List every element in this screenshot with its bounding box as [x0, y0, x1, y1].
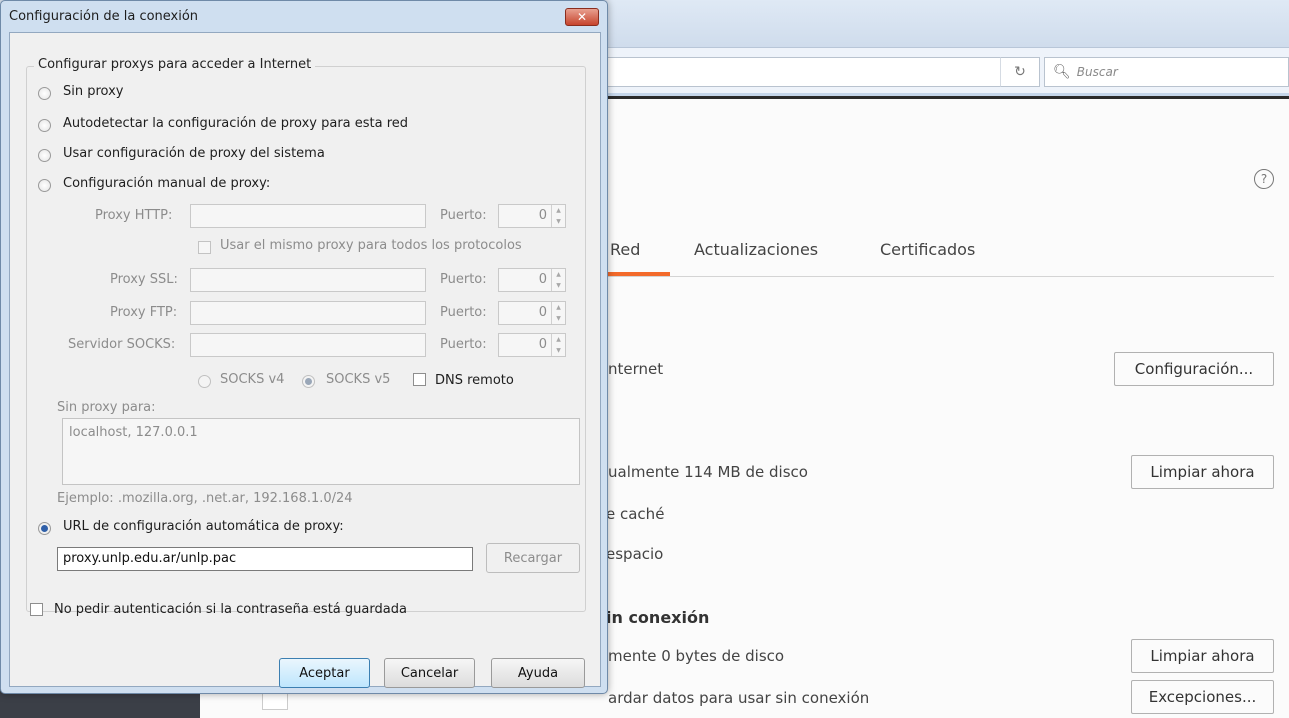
dialog-body: Configurar proxys para acceder a Interne… — [9, 32, 601, 688]
cache-space-text: espacio — [606, 545, 664, 563]
dns-remote-checkbox[interactable] — [413, 373, 426, 386]
ssl-port-label: Puerto: — [440, 272, 487, 287]
ftp-port-value: 0 — [538, 305, 547, 320]
no-proxy-radio[interactable] — [38, 87, 51, 100]
configure-connection-button[interactable]: Configuración... — [1114, 352, 1274, 386]
ftp-port-label: Puerto: — [440, 305, 487, 320]
tab-red[interactable]: Red — [610, 240, 640, 259]
http-port-label: Puerto: — [440, 208, 487, 223]
no-auth-prompt-checkbox[interactable] — [30, 603, 43, 616]
connection-settings-dialog: Configuración de la conexión ✕ Configura… — [0, 0, 608, 694]
reload-icon[interactable]: ↻ — [1000, 57, 1040, 87]
search-icon: 🔍︎ — [1053, 64, 1071, 80]
system-proxy-radio[interactable] — [38, 149, 51, 162]
connection-description: nternet — [608, 360, 664, 378]
search-box[interactable]: 🔍︎ Buscar — [1044, 57, 1289, 87]
clear-cache-button[interactable]: Limpiar ahora — [1131, 455, 1274, 489]
clear-offline-button[interactable]: Limpiar ahora — [1131, 639, 1274, 673]
socks-port-label: Puerto: — [440, 337, 487, 352]
system-proxy-label: Usar configuración de proxy del sistema — [63, 146, 325, 161]
ssl-port-value: 0 — [538, 272, 547, 287]
same-proxy-label: Usar el mismo proxy para todos los proto… — [220, 238, 522, 253]
http-port-stepper[interactable]: 0 ▲ ▼ — [498, 204, 566, 228]
tab-certificados[interactable]: Certificados — [880, 240, 975, 259]
cache-override-text: e caché — [606, 505, 665, 523]
socks-host-input[interactable] — [190, 333, 426, 357]
close-icon: ✕ — [576, 10, 588, 24]
manual-proxy-label: Configuración manual de proxy: — [63, 176, 271, 191]
accept-button[interactable]: Aceptar — [279, 658, 370, 688]
tab-actualizaciones[interactable]: Actualizaciones — [694, 240, 818, 259]
exceptions-button[interactable]: Excepciones... — [1131, 680, 1274, 714]
url-bar[interactable] — [600, 57, 1040, 87]
proxy-group-legend: Configurar proxys para acceder a Interne… — [34, 57, 316, 72]
dialog-title: Configuración de la conexión — [9, 9, 199, 24]
ftp-proxy-input[interactable] — [190, 301, 426, 325]
auto-detect-label: Autodetectar la configuración de proxy p… — [63, 116, 409, 131]
auto-config-url-radio[interactable] — [38, 522, 51, 535]
no-proxy-for-label: Sin proxy para: — [57, 400, 156, 415]
dns-remote-label: DNS remoto — [435, 373, 514, 388]
help-button[interactable]: Ayuda — [491, 658, 585, 688]
offline-warning-text: ardar datos para usar sin conexión — [608, 689, 870, 707]
auto-detect-radio[interactable] — [38, 119, 51, 132]
no-auth-prompt-label: No pedir autenticación si la contraseña … — [54, 602, 407, 617]
socks-host-label: Servidor SOCKS: — [68, 337, 176, 352]
spinner-icon[interactable]: ▲ ▼ — [551, 269, 565, 291]
cache-usage-text: ualmente 114 MB de disco — [608, 463, 808, 481]
socks-v5-radio[interactable] — [302, 375, 315, 388]
ftp-port-stepper[interactable]: 0 ▲ ▼ — [498, 301, 566, 325]
auto-config-url-input[interactable]: proxy.unlp.edu.ar/unlp.pac — [57, 547, 473, 571]
no-proxy-for-textarea[interactable]: localhost, 127.0.0.1 — [62, 418, 580, 485]
offline-heading: in conexión — [606, 608, 710, 627]
http-proxy-label: Proxy HTTP: — [95, 208, 173, 223]
close-button[interactable]: ✕ — [565, 8, 599, 26]
spinner-icon[interactable]: ▲ ▼ — [551, 302, 565, 324]
reload-pac-button[interactable]: Recargar — [486, 543, 580, 573]
spinner-icon[interactable]: ▲ ▼ — [551, 334, 565, 356]
search-placeholder: Buscar — [1076, 65, 1118, 79]
preferences-sidebar — [0, 690, 200, 718]
socks-port-value: 0 — [538, 337, 547, 352]
offline-usage-text: mente 0 bytes de disco — [608, 647, 785, 665]
auto-config-url-label: URL de configuración automática de proxy… — [63, 519, 344, 534]
socks-port-stepper[interactable]: 0 ▲ ▼ — [498, 333, 566, 357]
tabs-divider — [600, 276, 1274, 277]
http-proxy-input[interactable] — [190, 204, 426, 228]
same-proxy-checkbox[interactable] — [198, 241, 211, 254]
no-proxy-label: Sin proxy — [63, 84, 124, 99]
no-proxy-example: Ejemplo: .mozilla.org, .net.ar, 192.168.… — [57, 491, 353, 506]
ssl-proxy-input[interactable] — [190, 268, 426, 292]
socks-v5-label: SOCKS v5 — [326, 372, 391, 387]
cancel-button[interactable]: Cancelar — [384, 658, 475, 688]
socks-v4-radio[interactable] — [198, 375, 211, 388]
ftp-proxy-label: Proxy FTP: — [110, 305, 178, 320]
help-icon[interactable]: ? — [1254, 169, 1274, 189]
socks-v4-label: SOCKS v4 — [220, 372, 285, 387]
spinner-icon[interactable]: ▲ ▼ — [551, 205, 565, 227]
http-port-value: 0 — [538, 208, 547, 223]
manual-proxy-radio[interactable] — [38, 179, 51, 192]
ssl-port-stepper[interactable]: 0 ▲ ▼ — [498, 268, 566, 292]
ssl-proxy-label: Proxy SSL: — [110, 272, 178, 287]
